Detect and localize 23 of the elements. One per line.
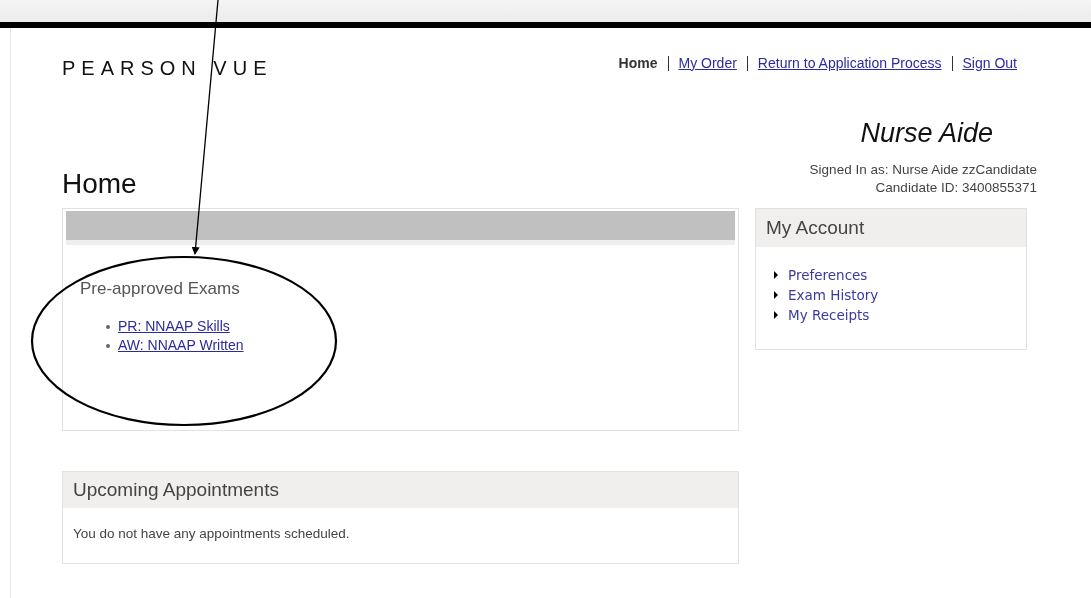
logo: PEARSON VUE — [62, 57, 273, 80]
bullet-icon — [106, 324, 110, 329]
signed-in-text: Signed In as: Nurse Aide zzCandidate — [809, 161, 1037, 179]
page-title: Home — [62, 168, 137, 200]
nav-link[interactable]: Sign Out — [951, 55, 1027, 71]
exam-link[interactable]: AW: NNAAP Written — [118, 336, 244, 355]
account-link[interactable]: Preferences — [788, 267, 868, 283]
triangle-icon — [774, 311, 778, 319]
bullet-icon — [106, 343, 110, 348]
section-heading: Pre-approved Exams — [80, 279, 241, 299]
program-name: Nurse Aide — [860, 118, 993, 149]
account-link[interactable]: My Receipts — [788, 307, 870, 323]
nav-link[interactable]: Return to Application Process — [746, 55, 952, 71]
panel-title: My Account — [756, 209, 1026, 247]
exam-link[interactable]: PR: NNAAP Skills — [118, 317, 230, 336]
nav-link[interactable]: Home — [608, 55, 668, 71]
triangle-icon — [774, 271, 778, 279]
nav-link[interactable]: My Order — [667, 55, 747, 71]
panel-title: Upcoming Appointments — [63, 472, 738, 508]
account-link[interactable]: Exam History — [788, 287, 879, 303]
candidate-id: Candidate ID: 3400855371 — [875, 179, 1037, 197]
empty-message: You do not have any appointments scheduled. — [73, 526, 351, 541]
triangle-icon — [774, 291, 778, 299]
